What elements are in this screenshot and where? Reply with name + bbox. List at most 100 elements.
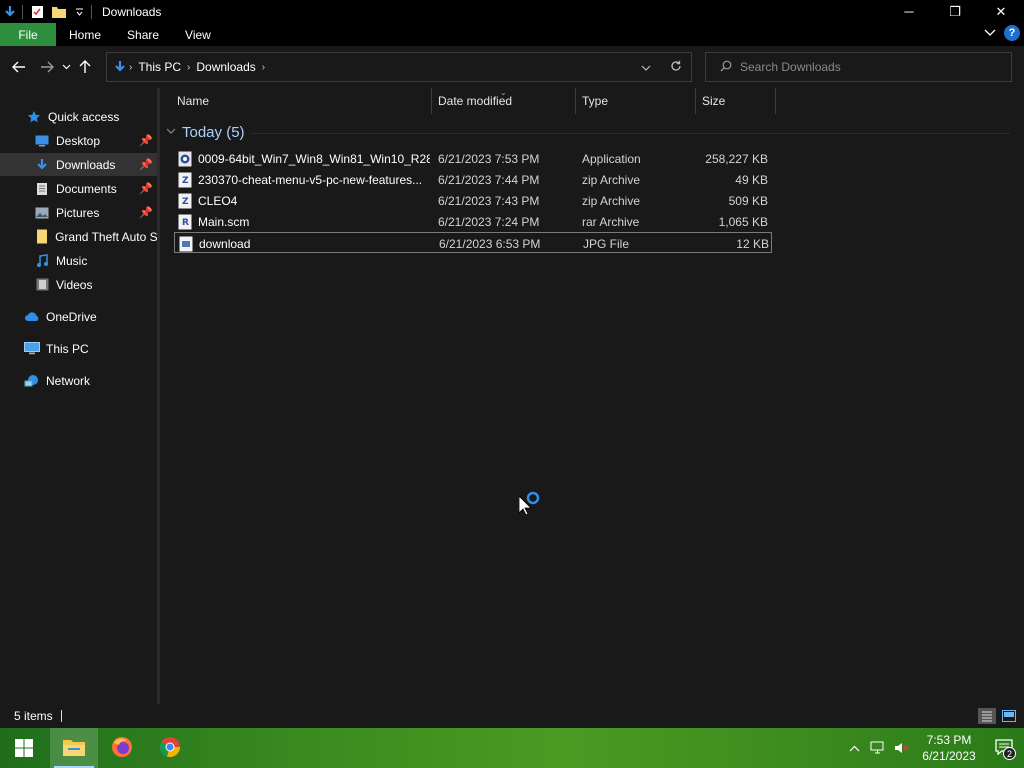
zip-archive-icon: Z [178, 172, 192, 188]
svg-text:R: R [182, 218, 189, 228]
pin-icon[interactable]: 📌 [139, 134, 153, 147]
show-hidden-icons-icon[interactable] [842, 728, 866, 768]
firefox-icon [111, 736, 133, 761]
busy-cursor-icon [518, 490, 545, 521]
taskbar: 7:53 PM 6/21/2023 2 [0, 728, 1024, 768]
refresh-icon[interactable] [661, 60, 691, 75]
recent-locations-button[interactable] [58, 52, 74, 82]
chevron-right-icon[interactable]: › [260, 62, 267, 73]
column-header-size[interactable]: Size [702, 88, 774, 114]
tab-file[interactable]: File [0, 23, 56, 46]
new-folder-icon[interactable] [51, 4, 67, 20]
sidebar-item-quick-access[interactable]: Quick access [0, 105, 157, 128]
pin-icon[interactable]: 📌 [139, 206, 153, 219]
sidebar-item-grand-theft-auto[interactable]: Grand Theft Auto Sa [0, 225, 157, 248]
close-button[interactable]: ✕ [978, 0, 1024, 23]
sidebar-item-downloads[interactable]: Downloads 📌 [0, 153, 157, 176]
download-arrow-icon [113, 60, 127, 74]
column-divider[interactable] [695, 88, 696, 114]
back-button[interactable] [8, 52, 30, 82]
help-icon[interactable]: ? [1004, 25, 1020, 41]
clock[interactable]: 7:53 PM 6/21/2023 [914, 732, 984, 764]
file-list: Name ⌄ Date modified Type Size Today (5)… [160, 88, 1024, 704]
tab-home[interactable]: Home [56, 23, 114, 46]
large-icons-view-button[interactable] [1000, 708, 1018, 724]
sidebar-item-label: This PC [46, 341, 89, 356]
taskbar-file-explorer[interactable] [50, 728, 98, 768]
sidebar-item-onedrive[interactable]: OneDrive [0, 305, 157, 328]
application-icon [178, 151, 192, 167]
computer-icon [24, 341, 40, 357]
sidebar-item-label: Videos [56, 277, 93, 292]
search-box[interactable] [705, 52, 1012, 82]
up-button[interactable] [74, 52, 96, 82]
sidebar-item-videos[interactable]: Videos [0, 273, 157, 296]
customize-quick-access-icon[interactable] [71, 4, 87, 20]
pin-icon[interactable]: 📌 [139, 158, 153, 171]
music-icon [34, 253, 50, 269]
action-center-button[interactable]: 2 [984, 728, 1024, 768]
minimize-button[interactable]: ─ [886, 0, 932, 23]
chevron-right-icon[interactable]: › [185, 62, 192, 73]
file-explorer-icon [63, 738, 85, 759]
file-row[interactable]: download 6/21/2023 6:53 PM JPG File 12 K… [174, 232, 772, 253]
start-button[interactable] [0, 728, 48, 768]
file-row[interactable]: Z CLEO4 6/21/2023 7:43 PM zip Archive 50… [174, 190, 772, 211]
breadcrumb-this-pc[interactable]: This PC [134, 60, 185, 74]
network-status-icon[interactable] [866, 728, 890, 768]
column-header-date-modified[interactable]: Date modified [438, 88, 574, 114]
sidebar-item-label: Downloads [56, 157, 116, 172]
sidebar-item-label: Quick access [48, 109, 120, 124]
svg-text:Z: Z [182, 176, 189, 186]
window-title: Downloads [102, 4, 162, 19]
column-header-name[interactable]: Name [177, 88, 431, 114]
column-header-type[interactable]: Type [582, 88, 694, 114]
navigation-bar: › This PC › Downloads › [0, 46, 1024, 88]
sidebar-item-documents[interactable]: Documents 📌 [0, 177, 157, 200]
tab-share[interactable]: Share [114, 23, 172, 46]
chrome-icon [159, 736, 181, 761]
system-tray: 7:53 PM 6/21/2023 2 [842, 728, 1024, 768]
properties-icon[interactable] [29, 4, 45, 20]
videos-icon [34, 277, 50, 293]
column-divider[interactable] [431, 88, 432, 114]
jpg-file-icon [179, 236, 193, 252]
pin-icon[interactable]: 📌 [139, 182, 153, 195]
star-icon [26, 109, 42, 125]
taskbar-firefox[interactable] [98, 728, 146, 768]
tab-view[interactable]: View [172, 23, 224, 46]
file-row[interactable]: 0009-64bit_Win7_Win8_Win81_Win10_R282 6/… [174, 148, 772, 169]
folder-icon [34, 229, 49, 245]
sidebar-item-this-pc[interactable]: This PC [0, 337, 157, 360]
sidebar-item-desktop[interactable]: Desktop 📌 [0, 129, 157, 152]
download-arrow-icon[interactable] [2, 4, 18, 20]
rar-archive-icon: R [178, 214, 192, 230]
search-input[interactable] [740, 60, 1000, 74]
zip-archive-icon: Z [178, 193, 192, 209]
restore-button[interactable]: ❐ [932, 0, 978, 23]
column-divider[interactable] [775, 88, 776, 114]
volume-muted-icon[interactable] [890, 728, 914, 768]
taskbar-chrome[interactable] [146, 728, 194, 768]
title-bar: Downloads ─ ❐ ✕ [0, 0, 1024, 23]
sidebar-item-pictures[interactable]: Pictures 📌 [0, 201, 157, 224]
sidebar-item-music[interactable]: Music [0, 249, 157, 272]
sidebar-item-network[interactable]: Network [0, 369, 157, 392]
sidebar-item-label: Network [46, 373, 91, 388]
chevron-right-icon[interactable]: › [127, 62, 134, 73]
chevron-down-icon[interactable] [166, 127, 176, 138]
expand-ribbon-icon[interactable] [984, 26, 996, 40]
sidebar-item-label: Grand Theft Auto Sa [55, 229, 157, 244]
sidebar-item-label: Pictures [56, 205, 100, 220]
sidebar-item-label: Desktop [56, 133, 101, 148]
file-row[interactable]: Z 230370-cheat-menu-v5-pc-new-features..… [174, 169, 772, 190]
address-history-icon[interactable] [631, 60, 661, 75]
clock-date: 6/21/2023 [922, 749, 976, 763]
file-row[interactable]: R Main.scm 6/21/2023 7:24 PM rar Archive… [174, 211, 772, 232]
address-bar[interactable]: › This PC › Downloads › [106, 52, 692, 82]
details-view-button[interactable] [978, 708, 996, 724]
breadcrumb-downloads[interactable]: Downloads [192, 60, 259, 74]
forward-button[interactable] [36, 52, 58, 82]
column-divider[interactable] [575, 88, 576, 114]
group-header-today[interactable]: Today (5) [166, 124, 245, 141]
